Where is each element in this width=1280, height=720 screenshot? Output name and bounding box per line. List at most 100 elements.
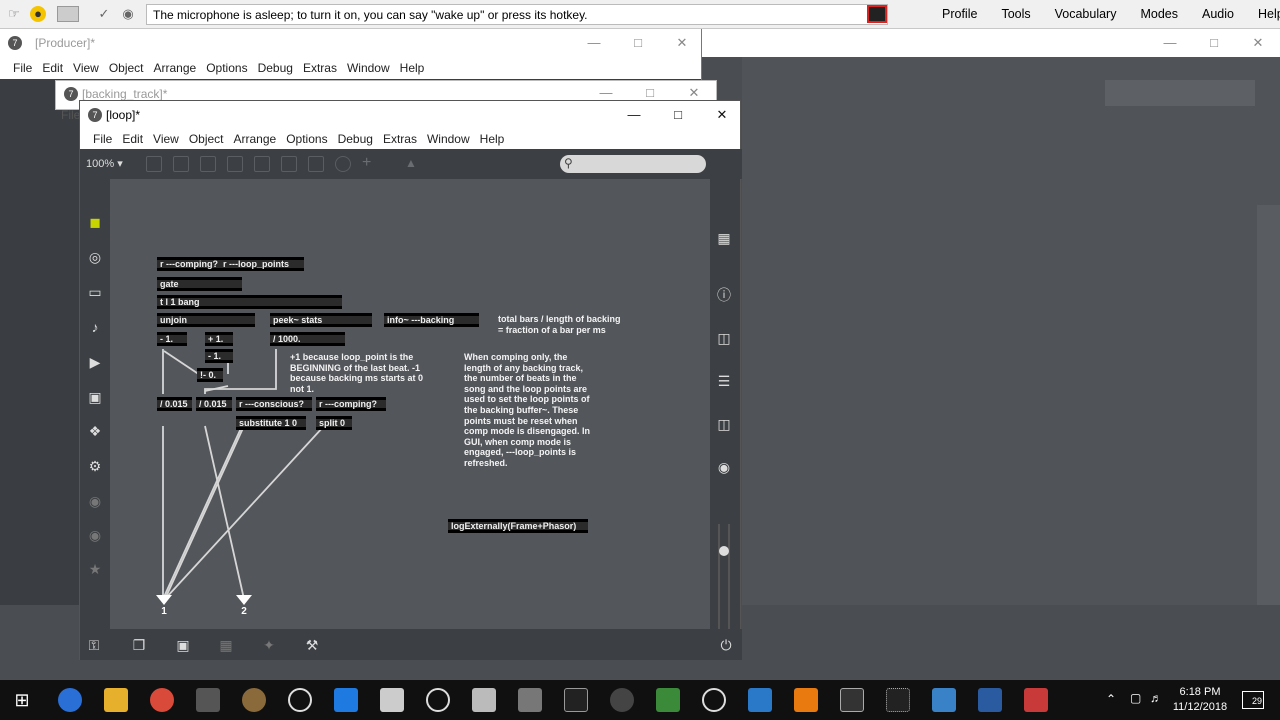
book-icon[interactable]: ◫ [715,415,733,433]
columns-icon[interactable]: ◫ [715,329,733,347]
loop-menu-options[interactable]: Options [281,128,332,150]
snap-icon[interactable]: ✦ [260,636,278,654]
menu-tools[interactable]: Tools [989,0,1042,29]
second-minimize-button[interactable]: — [1148,29,1192,57]
list-icon[interactable]: ☰ [715,372,733,390]
loop-minimize-button[interactable]: — [612,101,656,129]
browser-icon[interactable]: ▭ [86,283,104,301]
music-note-icon[interactable]: ♪ [86,318,104,336]
loop-close-button[interactable]: ✕ [700,101,744,129]
app-icon[interactable] [1024,688,1048,712]
zoom-dropdown[interactable]: 100% ▾ [86,157,123,170]
object-split[interactable]: split 0 [316,416,352,430]
app-icon[interactable] [932,688,956,712]
network-icon[interactable]: ▢ [1130,691,1141,705]
patcher-canvas[interactable]: r ---comping? r ---loop_points gate t l … [110,179,710,629]
menu-modes[interactable]: Modes [1128,0,1190,29]
paperclip-icon[interactable]: ❖ [86,422,104,440]
comment-icon[interactable] [200,156,216,172]
object-t-bang[interactable]: t l 1 bang [157,295,342,309]
microphone-button[interactable] [57,6,79,22]
object-rminus-0[interactable]: !- 0. [197,368,223,382]
loop-menu-edit[interactable]: Edit [117,128,148,150]
producer-menu-extras[interactable]: Extras [298,57,342,79]
search-app-icon[interactable] [58,688,82,712]
producer-menu-window[interactable]: Window [342,57,395,79]
loop-menu-window[interactable]: Window [422,128,475,150]
app-icon[interactable] [886,688,910,712]
app-icon[interactable] [472,688,496,712]
object-r-comping-2[interactable]: r ---comping? [316,397,386,411]
producer-menu-object[interactable]: Object [104,57,149,79]
chart-app-icon[interactable] [656,688,680,712]
volume-slider-knob[interactable] [719,546,729,556]
dropbox-icon[interactable] [334,688,358,712]
grid-icon[interactable]: ▦ [715,229,733,247]
object-r-comping[interactable]: r ---comping? r ---loop_points [157,257,304,271]
object-plus-1[interactable]: + 1. [205,332,233,346]
vscode-icon[interactable] [748,688,772,712]
live-icon[interactable] [196,688,220,712]
compass-icon[interactable] [426,688,450,712]
notification-center-button[interactable]: 29 [1242,691,1264,709]
producer-close-button[interactable]: ✕ [660,29,704,57]
vst-icon[interactable]: ◉ [86,492,104,510]
sync-icon[interactable] [288,688,312,712]
loop-menu-debug[interactable]: Debug [333,128,378,150]
object-unjoin[interactable]: unjoin [157,313,255,327]
background-search-field[interactable] [1105,80,1255,106]
notepad-icon[interactable] [380,688,404,712]
app-icon[interactable] [518,688,542,712]
object-peek-stats[interactable]: peek~ stats [270,313,372,327]
add-object-icon[interactable]: + [362,155,378,172]
toggle-icon[interactable] [227,156,243,172]
presentation-icon[interactable]: ❐ [130,636,148,654]
loop-menu-extras[interactable]: Extras [378,128,422,150]
grid-toggle-icon[interactable]: ▦ [217,636,235,654]
loop-menu-view[interactable]: View [148,128,184,150]
midi-icon[interactable] [840,688,864,712]
power-icon[interactable]: ⏻ [717,636,735,654]
producer-menu-edit[interactable]: Edit [37,57,68,79]
second-close-button[interactable]: ✕ [1236,29,1280,57]
camera-icon[interactable]: ◉ [715,458,733,476]
patcher-search-input[interactable]: ⚲ [560,155,706,173]
terminal-icon[interactable] [564,688,588,712]
hand-icon[interactable]: ☞ [6,6,22,22]
second-window-titlebar[interactable]: — □ ✕ [702,29,1280,57]
wrench-icon[interactable]: ⚒ [303,636,321,654]
object-r-conscious[interactable]: r ---conscious? [236,397,312,411]
backing-menu-file[interactable]: File [61,108,80,122]
loop-menu-help[interactable]: Help [475,128,510,150]
info-icon[interactable]: ⓘ [715,286,733,304]
object-log-externally[interactable]: logExternally(Frame+Phasor) [448,519,588,533]
app-icon[interactable] [978,688,1002,712]
object-div-1000[interactable]: / 1000. [270,332,345,346]
target-icon[interactable]: ◎ [86,248,104,266]
loop-menu-object[interactable]: Object [184,128,229,150]
producer-menu-debug[interactable]: Debug [253,57,298,79]
star-icon[interactable]: ★ [86,560,104,578]
windows-start-icon[interactable]: ⊞ [10,688,34,712]
producer-menu-help[interactable]: Help [395,57,430,79]
menu-vocabulary[interactable]: Vocabulary [1043,0,1129,29]
menu-audio[interactable]: Audio [1190,0,1246,29]
producer-minimize-button[interactable]: — [572,29,616,57]
producer-titlebar[interactable]: 7 [Producer]* — □ ✕ [0,29,701,57]
app-icon[interactable] [702,688,726,712]
sequence-icon[interactable]: ▶ [86,353,104,371]
loop-menu-arrange[interactable]: Arrange [229,128,282,150]
speaker-icon[interactable]: ♬ [1150,691,1162,705]
slider-icon[interactable] [308,156,324,172]
second-maximize-button[interactable]: □ [1192,29,1236,57]
file-explorer-icon[interactable] [104,688,128,712]
number-box-icon[interactable] [281,156,297,172]
menu-help[interactable]: Help [1246,0,1280,29]
tray-chevron-icon[interactable]: ⌃ [1106,692,1116,706]
producer-menu-options[interactable]: Options [201,57,252,79]
plug-icon[interactable]: ⚙ [86,457,104,475]
object-substitute[interactable]: substitute 1 0 [236,416,306,430]
object-info-backing[interactable]: info~ ---backing [384,313,479,327]
audio-icon[interactable]: ◉ [120,6,136,22]
producer-menu-view[interactable]: View [68,57,104,79]
